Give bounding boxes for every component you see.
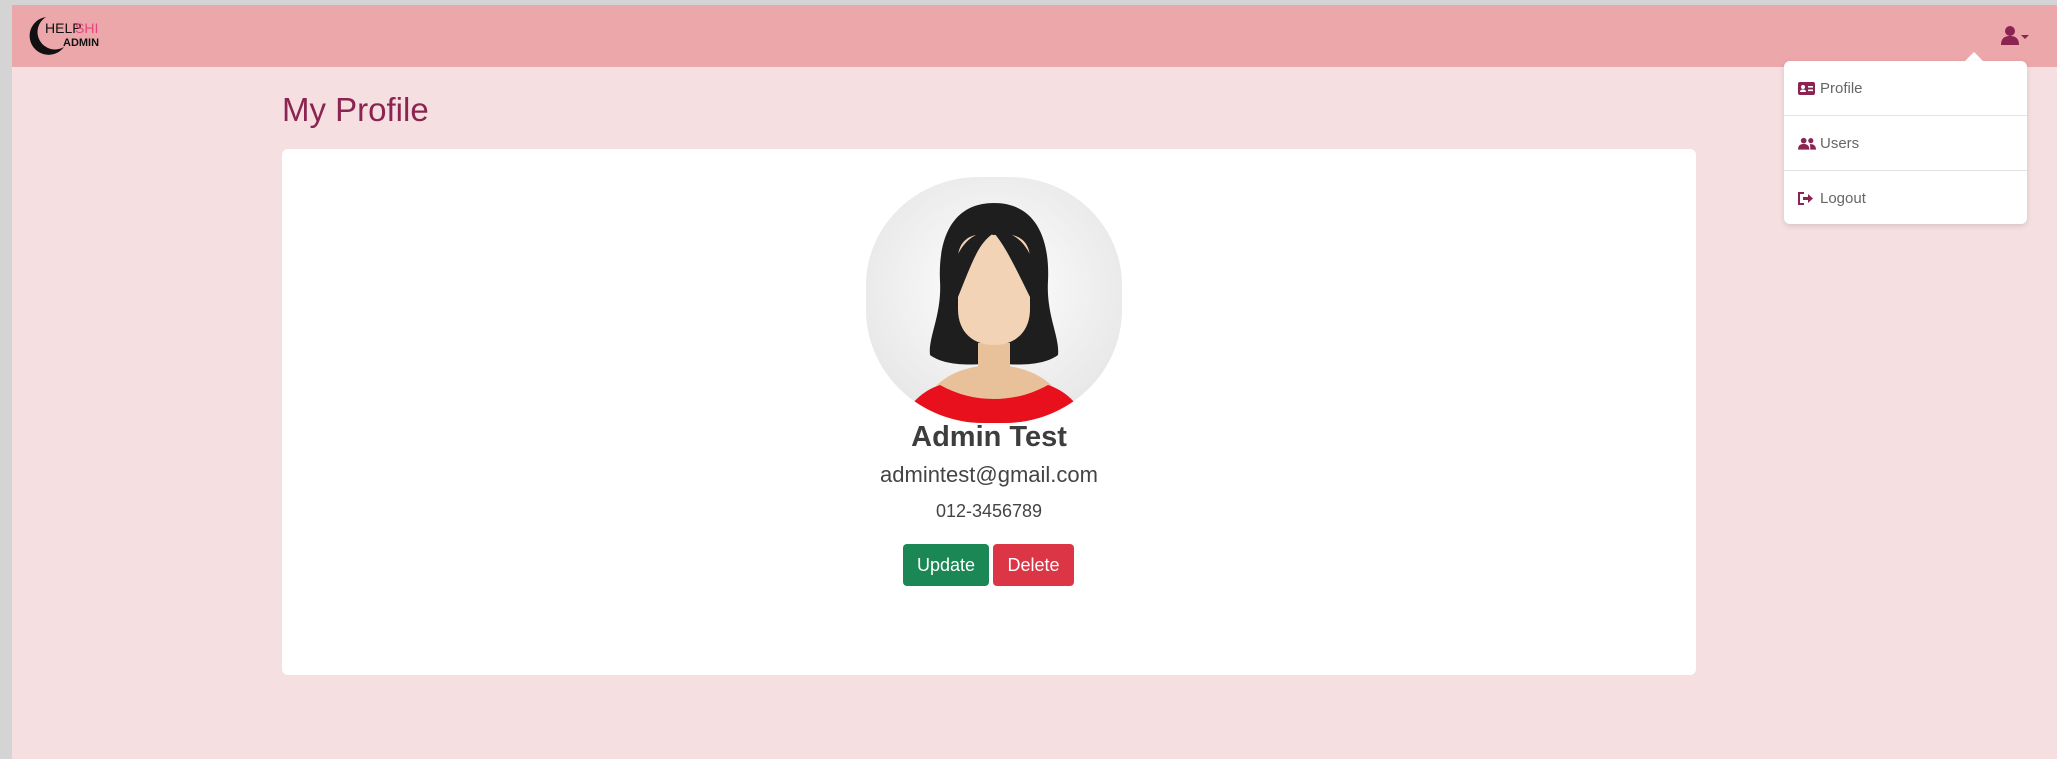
id-card-icon	[1798, 81, 1816, 95]
user-menu-toggle[interactable]	[1999, 22, 2031, 50]
top-navbar: HELP SHI ADMIN	[12, 5, 2057, 67]
avatar	[866, 177, 1122, 423]
dropdown-item-label: Logout	[1820, 189, 1866, 207]
user-icon	[2001, 26, 2029, 45]
logo[interactable]: HELP SHI ADMIN	[24, 13, 110, 59]
dropdown-caret	[1965, 52, 1983, 61]
dropdown-item-profile[interactable]: Profile	[1784, 61, 2027, 115]
chevron-down-icon	[2021, 35, 2029, 39]
dropdown-item-label: Profile	[1820, 79, 1863, 97]
dropdown-item-users[interactable]: Users	[1784, 116, 2027, 170]
logout-icon	[1798, 191, 1816, 205]
svg-text:SHI: SHI	[75, 20, 98, 36]
profile-phone: 012-3456789	[935, 501, 1043, 521]
dropdown-item-logout[interactable]: Logout	[1784, 171, 2027, 225]
profile-card: Admin Test admintest@gmail.com 012-34567…	[282, 149, 1696, 675]
users-icon	[1798, 136, 1816, 150]
update-button[interactable]: Update	[903, 544, 989, 586]
window-frame-left	[0, 0, 12, 759]
page-title: My Profile	[282, 91, 429, 128]
dropdown-item-label: Users	[1820, 134, 1860, 152]
svg-text:ADMIN: ADMIN	[63, 37, 99, 49]
delete-button[interactable]: Delete	[993, 544, 1074, 586]
user-dropdown-menu: Profile Users Logout	[1784, 61, 2027, 224]
profile-name: Admin Test	[911, 421, 1067, 453]
app-page: HELP SHI ADMIN My Profile Admin Test adm…	[12, 5, 2057, 759]
profile-email: admintest@gmail.com	[880, 462, 1098, 487]
